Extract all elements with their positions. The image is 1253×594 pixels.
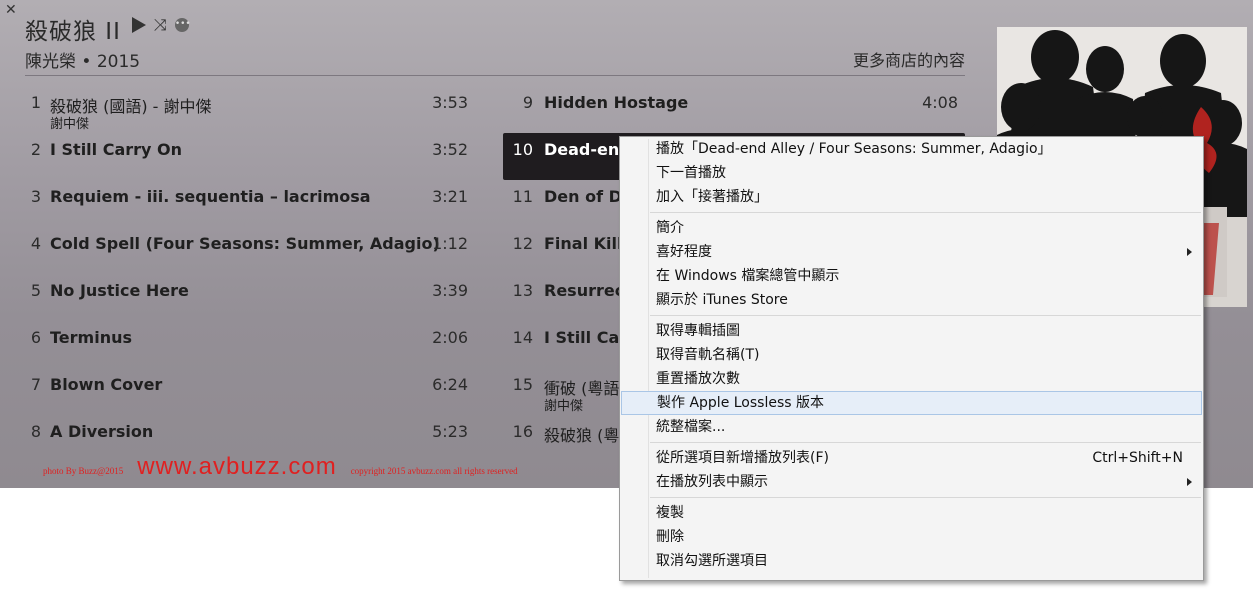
track-title: I Still Carry On bbox=[50, 140, 183, 159]
play-icon[interactable] bbox=[132, 17, 146, 33]
track-number: 12 bbox=[512, 234, 533, 253]
track-duration: 3:53 bbox=[432, 93, 468, 112]
menu-item-label: 喜好程度 bbox=[656, 244, 712, 260]
track-artist: 謝中傑 bbox=[50, 117, 90, 132]
album-controls: ⤨ ••• bbox=[132, 15, 191, 35]
menu-item-new-playlist[interactable]: 從所選項目新增播放列表(F) Ctrl+Shift+N bbox=[620, 446, 1203, 470]
track-number: 5 bbox=[30, 281, 41, 300]
track-duration: 3:39 bbox=[432, 281, 468, 300]
track-number: 16 bbox=[512, 422, 533, 441]
menu-separator bbox=[650, 315, 1201, 316]
track-title: Requiem - iii. sequentia – lacrimosa bbox=[50, 187, 371, 206]
menu-separator bbox=[650, 212, 1201, 213]
watermark-site: www.avbuzz.com bbox=[137, 453, 337, 480]
shuffle-icon[interactable]: ⤨ bbox=[154, 15, 167, 35]
album-artist-year: 陳光榮 • 2015 bbox=[25, 52, 141, 72]
menu-item-rating[interactable]: 喜好程度 bbox=[620, 240, 1203, 264]
track-row[interactable]: 1 殺破狼 (國語) - 謝中傑 謝中傑 3:53 bbox=[25, 86, 475, 133]
track-duration: 6:24 bbox=[432, 375, 468, 394]
track-title: Hidden Hostage bbox=[544, 93, 689, 112]
track-duration: 4:08 bbox=[922, 93, 958, 112]
track-number: 14 bbox=[512, 328, 533, 347]
context-menu: 播放「Dead-end Alley / Four Seasons: Summer… bbox=[619, 136, 1204, 581]
track-number: 4 bbox=[30, 234, 41, 253]
track-number: 6 bbox=[30, 328, 41, 347]
menu-item-delete[interactable]: 刪除 bbox=[620, 525, 1203, 549]
menu-item-label: 在播放列表中顯示 bbox=[656, 474, 768, 490]
watermark-copyright: copyright 2015 avbuzz.com all rights res… bbox=[350, 466, 518, 476]
track-title: 殺破狼 (粵 bbox=[544, 426, 620, 445]
track-row[interactable]: 2 I Still Carry On 3:52 bbox=[25, 133, 475, 180]
track-title: Cold Spell (Four Seasons: Summer, Adagio… bbox=[50, 234, 440, 253]
track-title: Dead-end bbox=[544, 140, 631, 159]
close-icon[interactable]: ✕ bbox=[5, 2, 17, 18]
track-row[interactable]: 9 Hidden Hostage 4:08 bbox=[503, 86, 965, 133]
menu-separator bbox=[650, 497, 1201, 498]
track-row[interactable]: 3 Requiem - iii. sequentia – lacrimosa 3… bbox=[25, 180, 475, 227]
submenu-arrow-icon bbox=[1187, 478, 1192, 486]
watermark-photo-credit: photo By Buzz@2015 bbox=[43, 466, 124, 476]
track-number: 8 bbox=[30, 422, 41, 441]
menu-item-label: 從所選項目新增播放列表(F) bbox=[656, 450, 829, 466]
menu-separator bbox=[650, 442, 1201, 443]
track-number: 2 bbox=[30, 140, 41, 159]
menu-shortcut: Ctrl+Shift+N bbox=[1092, 450, 1183, 466]
track-title: Blown Cover bbox=[50, 375, 163, 394]
menu-item-add-up-next[interactable]: 加入「接著播放」 bbox=[620, 185, 1203, 209]
track-row[interactable]: 5 No Justice Here 3:39 bbox=[25, 274, 475, 321]
track-duration: 3:21 bbox=[432, 187, 468, 206]
track-duration: 5:23 bbox=[432, 422, 468, 441]
track-artist: 謝中傑 bbox=[544, 399, 584, 414]
menu-item-show-in-playlist[interactable]: 在播放列表中顯示 bbox=[620, 470, 1203, 494]
track-row[interactable]: 4 Cold Spell (Four Seasons: Summer, Adag… bbox=[25, 227, 475, 274]
menu-item-play[interactable]: 播放「Dead-end Alley / Four Seasons: Summer… bbox=[620, 137, 1203, 161]
menu-item-consolidate[interactable]: 統整檔案... bbox=[620, 415, 1203, 439]
track-number: 9 bbox=[522, 93, 533, 112]
menu-item-get-track-names[interactable]: 取得音軌名稱(T) bbox=[620, 343, 1203, 367]
itunes-window: ✕ 殺破狼 II ⤨ ••• 陳光榮 • 2015 更多商店的內容 1 殺破狼 … bbox=[0, 0, 1253, 594]
more-from-store-link[interactable]: 更多商店的內容 bbox=[853, 47, 965, 71]
header-divider bbox=[25, 75, 965, 76]
watermark: photo By Buzz@2015 www.avbuzz.com copyri… bbox=[43, 453, 518, 481]
track-duration: 2:06 bbox=[432, 328, 468, 347]
more-options-icon[interactable]: ••• bbox=[174, 18, 191, 32]
track-title: No Justice Here bbox=[50, 281, 189, 300]
track-number: 11 bbox=[512, 187, 533, 206]
track-number: 13 bbox=[512, 281, 533, 300]
track-number: 10 bbox=[512, 140, 533, 159]
track-list-left: 1 殺破狼 (國語) - 謝中傑 謝中傑 3:53 2 I Still Carr… bbox=[25, 86, 475, 462]
track-row[interactable]: 6 Terminus 2:06 bbox=[25, 321, 475, 368]
track-duration: 1:12 bbox=[432, 234, 468, 253]
menu-item-uncheck[interactable]: 取消勾選所選項目 bbox=[620, 549, 1203, 573]
menu-item-play-next[interactable]: 下一首播放 bbox=[620, 161, 1203, 185]
track-title: Terminus bbox=[50, 328, 132, 347]
menu-item-info[interactable]: 簡介 bbox=[620, 216, 1203, 240]
track-number: 15 bbox=[512, 375, 533, 394]
track-title: A Diversion bbox=[50, 422, 154, 441]
menu-item-get-artwork[interactable]: 取得專輯插圖 bbox=[620, 319, 1203, 343]
menu-item-show-in-store[interactable]: 顯示於 iTunes Store bbox=[620, 288, 1203, 312]
submenu-arrow-icon bbox=[1187, 248, 1192, 256]
track-number: 1 bbox=[30, 93, 41, 112]
track-duration: 3:52 bbox=[432, 140, 468, 159]
menu-item-create-lossless[interactable]: 製作 Apple Lossless 版本 bbox=[621, 391, 1202, 415]
track-number: 7 bbox=[30, 375, 41, 394]
album-title: 殺破狼 II bbox=[25, 19, 121, 45]
menu-item-copy[interactable]: 複製 bbox=[620, 501, 1203, 525]
track-row[interactable]: 7 Blown Cover 6:24 bbox=[25, 368, 475, 415]
track-number: 3 bbox=[30, 187, 41, 206]
menu-item-show-in-explorer[interactable]: 在 Windows 檔案總管中顯示 bbox=[620, 264, 1203, 288]
menu-item-reset-plays[interactable]: 重置播放次數 bbox=[620, 367, 1203, 391]
